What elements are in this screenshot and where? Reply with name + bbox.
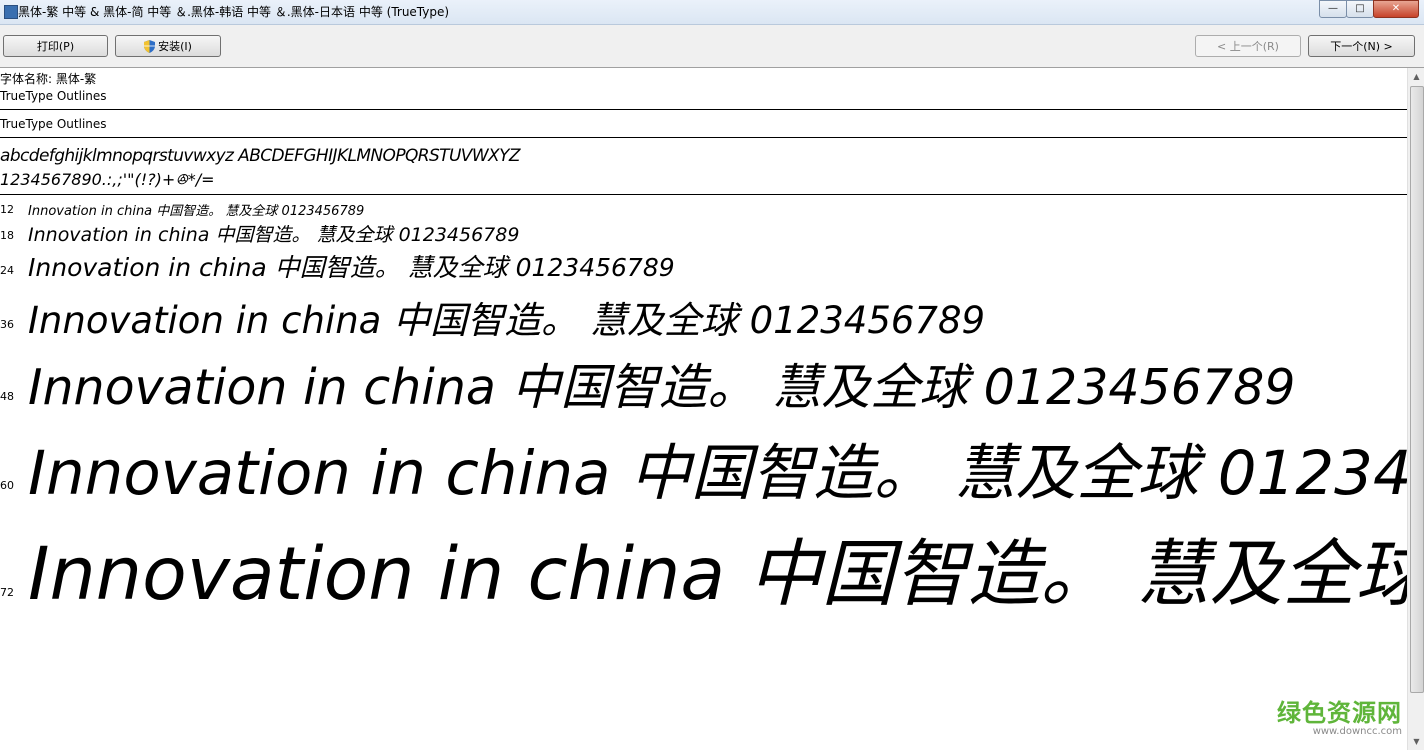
divider [0, 109, 1407, 110]
minimize-button[interactable]: — [1319, 0, 1347, 18]
divider [0, 194, 1407, 195]
sample-text: Innovation in china 中国智造。 慧及全球 012345678… [28, 532, 1407, 617]
size-label: 36 [0, 318, 14, 331]
sample-text: Innovation in china 中国智造。 慧及全球 012345678… [28, 359, 1296, 416]
size-label: 24 [0, 264, 14, 277]
print-button[interactable]: 打印(P) [3, 35, 108, 57]
next-button-label: 下一个(N) > [1330, 40, 1393, 53]
vertical-scrollbar[interactable]: ▲ ▼ [1407, 68, 1424, 750]
size-label: 60 [0, 479, 14, 492]
sample-text: Innovation in china 中国智造。 慧及全球 012345678… [28, 438, 1407, 509]
sample-text: Innovation in china 中国智造。 慧及全球 012345678… [28, 204, 365, 219]
previous-button-label: < 上一个(R) [1217, 40, 1279, 53]
watermark-url: www.downcc.com [1312, 726, 1402, 737]
close-button[interactable]: ✕ [1373, 0, 1419, 18]
size-label: 48 [0, 390, 14, 403]
shield-icon [144, 39, 156, 53]
scroll-up-arrow-icon[interactable]: ▲ [1408, 68, 1424, 85]
next-button[interactable]: 下一个(N) > [1308, 35, 1415, 57]
sample-text: Innovation in china 中国智造。 慧及全球 012345678… [28, 299, 986, 342]
font-preview-area: 字体名称: 黑体-繁 TrueType Outlines TrueType Ou… [0, 68, 1407, 750]
font-type-line-2: TrueType Outlines [0, 117, 107, 131]
scroll-thumb[interactable] [1410, 86, 1424, 693]
watermark: 绿色资源网 www.downcc.com [1277, 700, 1402, 738]
toolbar: 打印(P) 安装(I) < 上一个(R) 下一个(N) > [0, 25, 1424, 68]
install-button-label: 安装(I) [158, 40, 192, 53]
maximize-button[interactable]: □ [1346, 0, 1374, 18]
divider [0, 137, 1407, 138]
window-controls: — □ ✕ [1319, 0, 1419, 18]
previous-button[interactable]: < 上一个(R) [1195, 35, 1301, 57]
install-button[interactable]: 安装(I) [115, 35, 221, 57]
size-label: 72 [0, 586, 14, 599]
charset-symbols: 1234567890.:,;'"(!?)+ꔮ*/= [0, 170, 215, 189]
scroll-down-arrow-icon[interactable]: ▼ [1408, 733, 1424, 750]
title-bar: 黑体-繁 中等 & 黑体-简 中等 ＆.黑体-韩语 中等 ＆.黑体-日本语 中等… [0, 0, 1424, 25]
font-name-line: 字体名称: 黑体-繁 [0, 72, 97, 86]
sample-text: Innovation in china 中国智造。 慧及全球 012345678… [28, 253, 675, 282]
app-icon [4, 5, 18, 19]
window-title: 黑体-繁 中等 & 黑体-简 中等 ＆.黑体-韩语 中等 ＆.黑体-日本语 中等… [18, 5, 450, 19]
charset-letters: abcdefghijklmnopqrstuvwxyz ABCDEFGHIJKLM… [0, 146, 521, 166]
sample-text: Innovation in china 中国智造。 慧及全球 012345678… [28, 224, 520, 246]
size-label: 12 [0, 203, 14, 216]
watermark-title: 绿色资源网 [1277, 699, 1402, 727]
print-button-label: 打印(P) [36, 40, 75, 53]
size-label: 18 [0, 229, 14, 242]
font-type-line: TrueType Outlines [0, 89, 107, 103]
